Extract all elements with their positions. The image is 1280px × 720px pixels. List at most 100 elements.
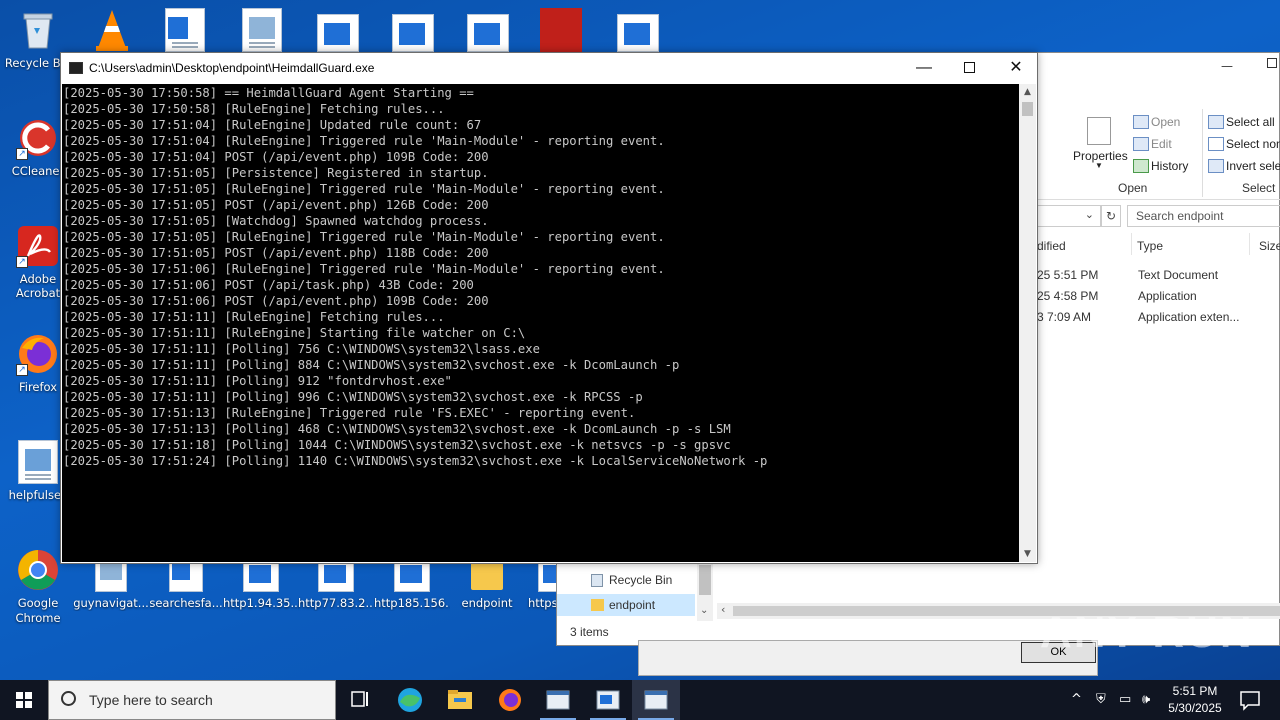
shortcut-arrow-icon: ↗ — [16, 364, 28, 376]
console-line: [2025-05-30 17:51:11] [Polling] 884 C:\W… — [63, 358, 680, 372]
scroll-left-icon[interactable]: ‹ — [721, 603, 725, 616]
column-header-modified[interactable]: dified — [1037, 239, 1066, 253]
security-icon[interactable]: ⛨ — [1096, 692, 1106, 707]
select-all-button[interactable]: Select all — [1226, 115, 1275, 129]
open-group-label: Open — [1118, 181, 1148, 195]
file-icon[interactable] — [617, 14, 659, 52]
refresh-button[interactable]: ↻ — [1101, 205, 1121, 227]
taskbar-app-3[interactable] — [632, 680, 680, 720]
console-title: C:\Users\admin\Desktop\endpoint\Heimdall… — [89, 61, 375, 75]
console-line: [2025-05-30 17:51:06] POST (/api/task.ph… — [63, 278, 474, 292]
recycle-bin-icon — [16, 8, 60, 52]
chevron-down-icon: ⌄ — [1084, 208, 1094, 221]
scroll-down-icon[interactable]: ▼ — [1019, 546, 1036, 562]
maximize-icon — [964, 62, 975, 73]
folder-icon — [471, 560, 503, 590]
window-app-icon — [546, 690, 570, 710]
console-line: [2025-05-30 17:51:11] [Polling] 912 "fon… — [63, 374, 452, 388]
desktop-icon-label: CCleaner — [11, 164, 65, 178]
pdf-file-icon[interactable] — [540, 8, 582, 52]
desktop-icon-http185[interactable]: http185.156.... — [374, 558, 450, 611]
address-dropdown[interactable]: ⌄ — [1037, 205, 1101, 227]
console-scrollbar[interactable]: ▲ ▼ — [1019, 84, 1036, 562]
word-doc-icon[interactable] — [165, 8, 205, 52]
firefox-icon — [499, 689, 521, 711]
ribbon-bottom-border — [1037, 199, 1280, 200]
invert-selection-button[interactable]: Invert selec — [1226, 159, 1280, 173]
taskbar-edge[interactable] — [386, 680, 434, 720]
console-window[interactable]: C:\Users\admin\Desktop\endpoint\Heimdall… — [60, 52, 1038, 564]
select-none-button[interactable]: Select non — [1226, 137, 1280, 151]
row-type: Application exten... — [1138, 310, 1240, 324]
console-line: [2025-05-30 17:51:24] [Polling] 1140 C:\… — [63, 454, 768, 468]
taskbar-clock[interactable]: 5:51 PM 5/30/2025 — [1160, 683, 1230, 717]
taskbar-app-2[interactable] — [584, 680, 632, 720]
console-line: [2025-05-30 17:51:13] [RuleEngine] Trigg… — [63, 406, 636, 420]
file-icon[interactable] — [392, 14, 434, 52]
open-button[interactable]: Open — [1151, 115, 1180, 129]
minimize-button[interactable]: — — [1221, 59, 1233, 73]
file-row[interactable]: 25 4:58 PM Application — [1037, 286, 1280, 306]
taskbar-search-box[interactable]: Type here to search — [48, 680, 336, 720]
console-line: [2025-05-30 17:51:13] [Polling] 468 C:\W… — [63, 422, 731, 436]
network-icon[interactable]: ▭ — [1119, 692, 1131, 707]
desktop-icon-http1[interactable]: http1.94.35.... — [223, 558, 299, 611]
desktop-icon-searchesfa[interactable]: searchesfa... — [148, 558, 224, 611]
console-line: [2025-05-30 17:51:11] [Polling] 996 C:\W… — [63, 390, 643, 404]
console-line: [2025-05-30 17:50:58] [RuleEngine] Fetch… — [63, 102, 445, 116]
file-icon[interactable] — [467, 14, 509, 52]
file-row[interactable]: 3 7:09 AM Application exten... — [1037, 307, 1280, 327]
properties-icon — [1087, 117, 1111, 145]
minimize-button[interactable]: — — [901, 53, 947, 84]
select-all-icon — [1208, 115, 1224, 129]
desktop-icon-http77[interactable]: http77.83.2... — [298, 558, 374, 611]
file-row[interactable]: 25 5:51 PM Text Document — [1037, 265, 1280, 285]
close-button[interactable]: ✕ — [993, 53, 1039, 84]
console-app-icon — [69, 62, 83, 74]
scroll-up-icon[interactable]: ▲ — [1019, 84, 1036, 100]
console-line: [2025-05-30 17:50:58] == HeimdallGuard A… — [63, 86, 474, 100]
nav-item-recycle-bin[interactable]: Recycle Bin — [557, 569, 697, 591]
console-titlebar[interactable]: C:\Users\admin\Desktop\endpoint\Heimdall… — [61, 53, 1037, 84]
search-input[interactable]: Search endpoint — [1127, 205, 1280, 227]
console-line: [2025-05-30 17:51:04] POST (/api/event.p… — [63, 150, 489, 164]
desktop-icon-label: endpoint — [461, 596, 513, 610]
windows-logo-icon — [16, 692, 32, 708]
image-file-icon[interactable] — [242, 8, 282, 52]
file-icon[interactable] — [317, 14, 359, 52]
chevron-up-icon[interactable]: ^ — [1071, 692, 1082, 707]
scroll-thumb[interactable] — [699, 565, 711, 595]
nav-scrollbar[interactable]: ⌄ — [697, 563, 713, 621]
column-header-size[interactable]: Size — [1259, 239, 1280, 253]
nav-item-endpoint[interactable]: endpoint — [557, 594, 695, 616]
desktop-icon-endpoint[interactable]: endpoint — [449, 558, 525, 611]
notifications-button[interactable] — [1232, 680, 1272, 720]
ccleaner-icon: ↗ — [16, 116, 60, 160]
start-button[interactable] — [0, 680, 48, 720]
scroll-thumb[interactable] — [1022, 102, 1033, 116]
maximize-button[interactable] — [1267, 58, 1277, 68]
taskbar-file-explorer[interactable] — [436, 680, 484, 720]
console-line: [2025-05-30 17:51:11] [RuleEngine] Fetch… — [63, 310, 445, 324]
taskbar-app-1[interactable] — [534, 680, 582, 720]
edit-button[interactable]: Edit — [1151, 137, 1172, 151]
folder-icon — [591, 599, 604, 611]
row-type: Application — [1138, 289, 1197, 303]
chevron-down-icon[interactable]: ⌄ — [700, 605, 708, 616]
task-view-button[interactable] — [336, 680, 384, 720]
chevron-down-icon: ▼ — [1095, 161, 1103, 170]
volume-icon[interactable]: 🕪 — [1142, 692, 1150, 707]
desktop-icon-https[interactable]: https — [524, 558, 556, 611]
notification-icon — [1240, 691, 1260, 711]
taskbar-firefox[interactable] — [486, 680, 534, 720]
console-output[interactable]: [2025-05-30 17:50:58] == HeimdallGuard A… — [62, 84, 1019, 562]
console-line: [2025-05-30 17:51:11] [RuleEngine] Start… — [63, 326, 526, 340]
desktop-icon-guynavigat[interactable]: guynavigat... — [73, 558, 149, 611]
desktop-icon-label: https — [528, 596, 556, 610]
maximize-button[interactable] — [947, 53, 993, 84]
status-bar-item-count: 3 items — [570, 625, 609, 639]
ribbon-divider — [1202, 109, 1203, 197]
column-header-type[interactable]: Type — [1137, 239, 1163, 253]
history-button[interactable]: History — [1151, 159, 1188, 173]
desktop-icon-vlc[interactable] — [92, 8, 132, 52]
